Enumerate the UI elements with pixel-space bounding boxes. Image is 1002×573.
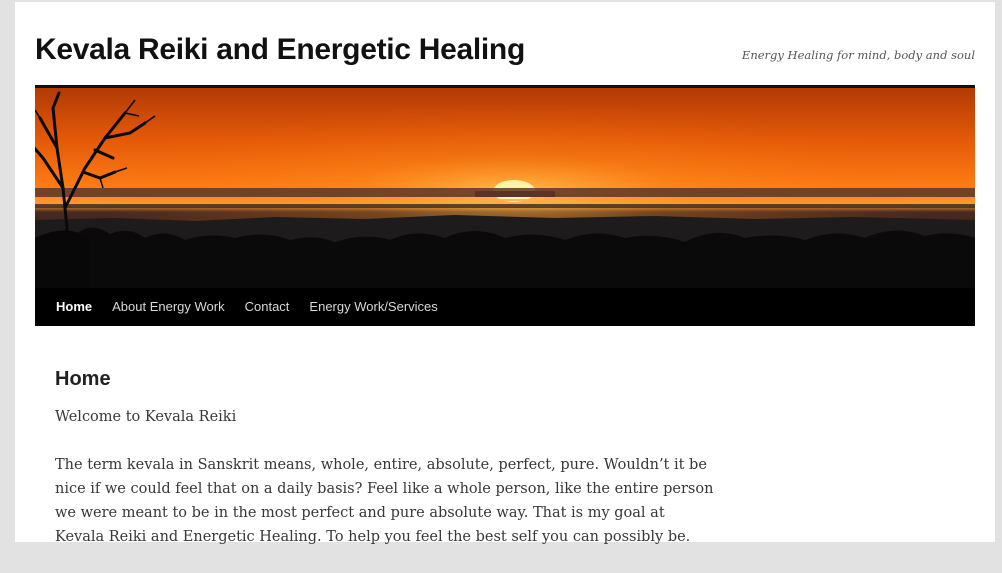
intro-paragraph: The term kevala in Sanskrit means, whole… (55, 457, 714, 545)
page-wrapper: Kevala Reiki and Energetic Healing Energ… (15, 2, 995, 545)
nav-item-energy-work-services[interactable]: Energy Work/Services (299, 288, 447, 326)
entry-content: Welcome to Kevala Reiki The term kevala … (55, 405, 715, 549)
nav-item-contact[interactable]: Contact (235, 288, 300, 326)
page-title: Home (55, 368, 111, 390)
main-navigation: Home About Energy Work Contact Energy Wo… (35, 288, 975, 326)
sunset-banner-graphic (35, 88, 975, 288)
main-content: Home Welcome to Kevala Reiki The term ke… (55, 368, 715, 573)
site-title[interactable]: Kevala Reiki and Energetic Healing (35, 33, 525, 67)
welcome-paragraph: Welcome to Kevala Reiki (55, 409, 237, 425)
site-description: Energy Healing for mind, body and soul (741, 48, 975, 62)
nav-item-about-energy-work[interactable]: About Energy Work (102, 288, 234, 326)
header-banner-image[interactable] (35, 88, 975, 288)
nav-item-home[interactable]: Home (46, 288, 102, 326)
